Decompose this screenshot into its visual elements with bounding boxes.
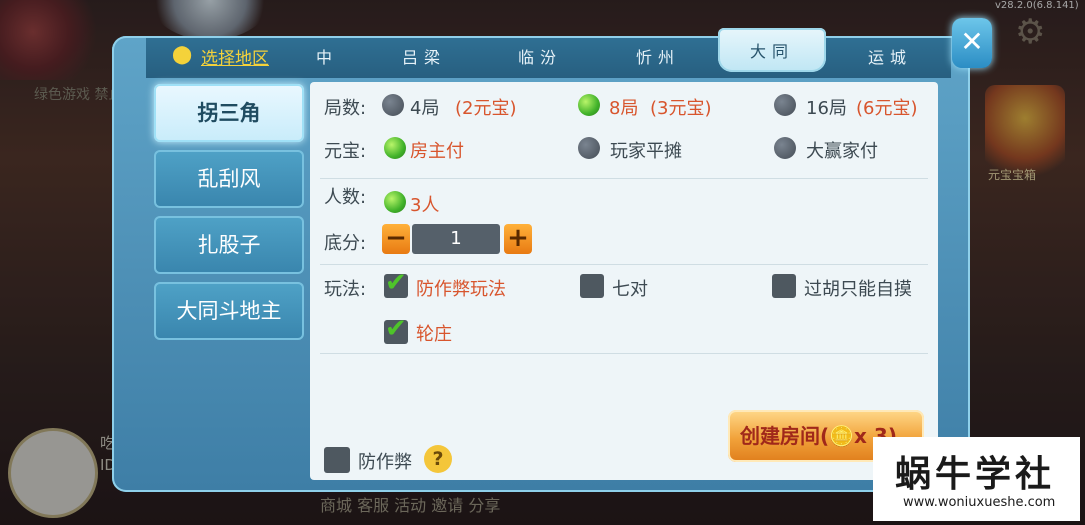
rounds-option-1-text: 8局 [609,98,639,119]
select-region-link[interactable]: 选择地区 [201,44,269,69]
tab-region-5[interactable]: 运城 [868,44,912,68]
tab-region-3[interactable]: 忻州 [636,44,680,68]
players-option-0-text: 3人 [410,195,440,216]
tab-region-4-label: 大同 [750,42,795,61]
rounds-option-2-radio[interactable] [774,94,796,116]
payment-option-0-text: 房主付 [410,141,464,162]
rules-option-3-checkbox[interactable] [384,314,408,344]
tab-region-2[interactable]: 临汾 [518,44,562,68]
rules-label: 玩法: [324,279,367,300]
divider [320,264,928,265]
decrement-button[interactable]: − [382,224,410,254]
increment-button[interactable]: + [504,224,532,254]
location-pin-icon: ⬤ [172,44,193,65]
game-item-0[interactable]: 拐三角 [154,84,304,142]
close-icon: ✕ [960,25,984,58]
rules-option-1-checkbox[interactable] [580,274,604,298]
game-item-1[interactable]: 乱刮风 [154,150,304,208]
tab-region-0[interactable]: 中 [316,44,338,68]
players-option-0-radio[interactable] [384,191,406,213]
divider [320,178,928,179]
base-score-value: 1 [412,224,500,254]
watermark-url: www.woniuxueshe.com [903,495,1056,510]
rounds-label: 局数: [324,98,367,119]
game-item-2[interactable]: 扎股子 [154,216,304,274]
base-score-label: 底分: [324,233,367,254]
game-item-3[interactable]: 大同斗地主 [154,282,304,340]
payment-option-1-text: 玩家平摊 [610,141,682,162]
rules-option-3-text: 轮庄 [416,324,452,345]
rules-option-2-text: 过胡只能自摸 [804,279,912,300]
tab-region-1[interactable]: 吕梁 [402,44,446,68]
rules-option-2-checkbox[interactable] [772,274,796,298]
payment-option-1-radio[interactable] [578,137,600,159]
create-room-label: 创建房间 [740,424,820,448]
help-icon[interactable]: ? [424,445,452,473]
rules-option-0-checkbox[interactable] [384,268,408,298]
payment-option-2-radio[interactable] [774,137,796,159]
payment-label: 元宝: [324,141,367,162]
rounds-option-2-cost: (6元宝) [856,98,918,119]
rules-option-1-text: 七对 [612,279,648,300]
watermark: 蜗牛学社 www.woniuxueshe.com [873,437,1080,521]
rounds-option-1-cost: (3元宝) [650,98,712,119]
rounds-option-0-radio[interactable] [382,94,404,116]
anti-cheat-checkbox[interactable] [324,447,350,473]
tab-region-4-active[interactable]: 大同 [718,28,826,72]
close-button[interactable]: ✕ [952,18,992,68]
rounds-option-2-text: 16局 [806,98,847,119]
players-label: 人数: [324,187,367,208]
anti-cheat-label: 防作弊 [358,452,412,473]
rounds-option-1-radio[interactable] [578,94,600,116]
rules-option-0-text: 防作弊玩法 [416,279,506,300]
rounds-option-0-cost: (2元宝) [455,98,517,119]
payment-option-0-radio[interactable] [384,137,406,159]
watermark-title: 蜗牛学社 [895,454,1056,495]
payment-option-2-text: 大赢家付 [806,141,878,162]
rounds-option-0-text: 4局 [410,98,440,119]
divider [320,353,928,354]
